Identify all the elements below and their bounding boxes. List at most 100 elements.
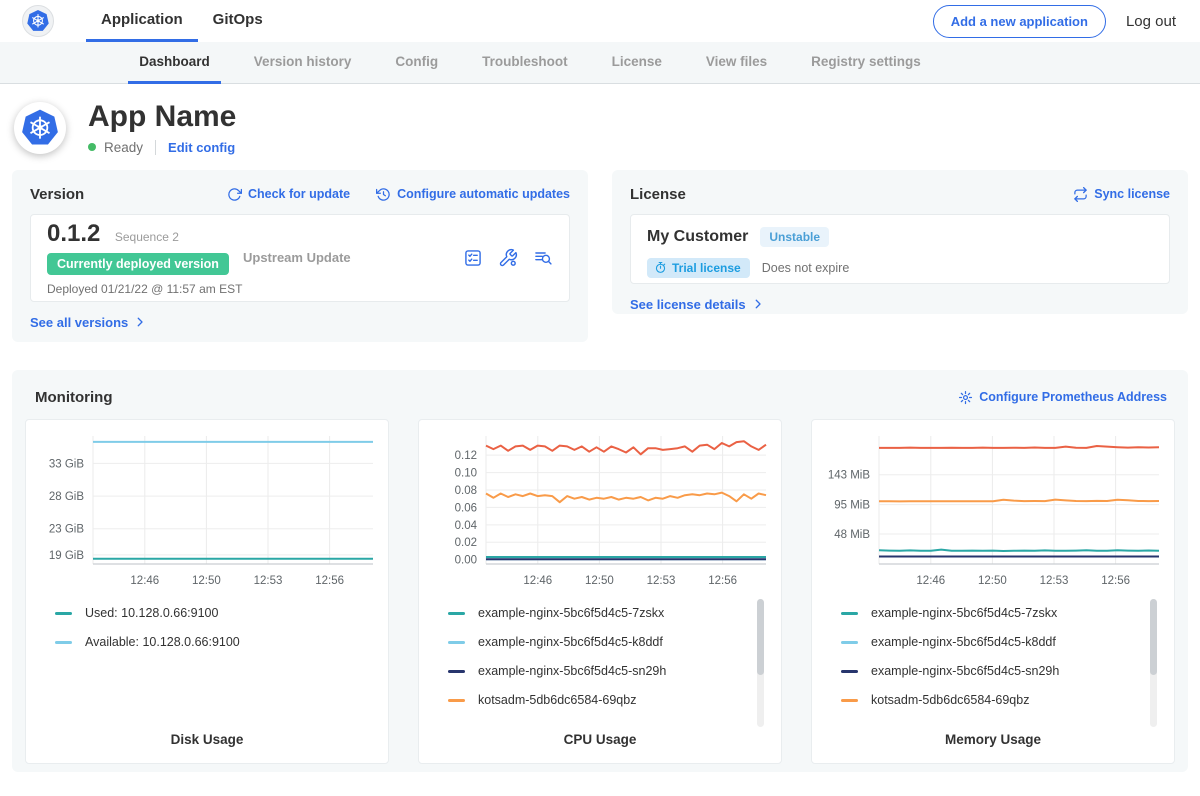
disk-usage-chart: 12:4612:5012:5312:5619 GiB23 GiB28 GiB33… <box>35 428 379 590</box>
legend-scrollbar[interactable] <box>1150 599 1157 727</box>
memory-usage-legend: example-nginx-5bc6f5d4c5-7zskx example-ng… <box>841 599 1165 732</box>
legend-item[interactable]: Used: 10.128.0.66:9100 <box>55 599 379 628</box>
license-card: License Sync license My Customer Unstabl… <box>612 170 1188 314</box>
svg-text:0.04: 0.04 <box>455 519 478 531</box>
svg-text:0.12: 0.12 <box>455 450 477 462</box>
app-icon <box>14 102 66 154</box>
top-navbar: ApplicationGitOps Add a new application … <box>0 0 1200 42</box>
app-status-row: Ready Edit config <box>88 140 236 155</box>
top-tab-application[interactable]: Application <box>86 0 198 42</box>
add-application-button[interactable]: Add a new application <box>933 5 1106 38</box>
see-all-versions-label: See all versions <box>30 315 128 330</box>
legend-scrollbar[interactable] <box>757 599 764 727</box>
legend-item[interactable]: example-nginx-5bc6f5d4c5-k8ddf <box>448 628 772 657</box>
configure-prometheus-link[interactable]: Configure Prometheus Address <box>958 390 1167 405</box>
top-tabs: ApplicationGitOps <box>86 0 278 42</box>
legend-label: example-nginx-5bc6f5d4c5-sn29h <box>478 664 666 678</box>
license-expiry: Does not expire <box>762 261 850 275</box>
legend-item[interactable]: example-nginx-5bc6f5d4c5-sn29h <box>841 657 1165 686</box>
license-card-title: License <box>630 186 686 203</box>
schedule-update-icon <box>376 187 391 202</box>
logout-link[interactable]: Log out <box>1126 13 1176 30</box>
legend-swatch <box>448 670 465 673</box>
configure-automatic-updates-label: Configure automatic updates <box>397 187 570 201</box>
version-card-title: Version <box>30 186 84 203</box>
legend-item[interactable]: example-nginx-5bc6f5d4c5-7zskx <box>841 599 1165 628</box>
cpu-usage-legend: example-nginx-5bc6f5d4c5-7zskx example-ng… <box>448 599 772 732</box>
charts-row: 12:4612:5012:5312:5619 GiB23 GiB28 GiB33… <box>25 419 1175 764</box>
current-version-panel: 0.1.2 Sequence 2 Currently deployed vers… <box>30 214 570 302</box>
chart-title: Memory Usage <box>821 732 1165 747</box>
svg-text:12:53: 12:53 <box>1040 575 1069 587</box>
kubernetes-logo[interactable] <box>22 5 54 37</box>
disk-usage-legend: Used: 10.128.0.66:9100 Available: 10.128.… <box>55 599 379 732</box>
top-right-actions: Add a new application Log out <box>933 5 1176 38</box>
version-card-head: Version Check for update Configure autom… <box>30 186 570 203</box>
disk-usage-chart-card: 12:4612:5012:5312:5619 GiB23 GiB28 GiB33… <box>25 419 389 764</box>
legend-item[interactable]: kotsadm-5db6dc6584-69qbz <box>841 686 1165 715</box>
config-values-icon[interactable] <box>498 248 518 268</box>
gear-icon <box>958 390 973 405</box>
trial-license-label: Trial license <box>672 261 741 275</box>
cpu-usage-chart: 12:4612:5012:5312:560.000.020.040.060.08… <box>428 428 772 590</box>
subnav-tab-registry-settings[interactable]: Registry settings <box>800 42 932 84</box>
legend-item[interactable]: kotsadm-5db6dc6584-69qbz <box>448 686 772 715</box>
refresh-icon <box>227 187 242 202</box>
see-all-versions-link[interactable]: See all versions <box>30 315 146 330</box>
svg-text:12:50: 12:50 <box>585 575 614 587</box>
legend-scrollbar-thumb[interactable] <box>1150 599 1157 675</box>
configure-automatic-updates-link[interactable]: Configure automatic updates <box>376 187 570 202</box>
status-text: Ready <box>104 140 143 155</box>
subnav-tab-license[interactable]: License <box>601 42 673 84</box>
legend-label: example-nginx-5bc6f5d4c5-k8ddf <box>478 635 663 649</box>
svg-text:12:56: 12:56 <box>315 575 344 587</box>
app-header-text: App Name Ready Edit config <box>88 101 236 155</box>
top-tab-gitops[interactable]: GitOps <box>198 0 278 42</box>
monitoring-section: Monitoring Configure Prometheus Address … <box>12 370 1188 772</box>
svg-text:95 MiB: 95 MiB <box>834 499 870 511</box>
chart-title: CPU Usage <box>428 732 772 747</box>
app-subnav: Dashboard Version history Config Troublesho… <box>0 42 1200 84</box>
subnav-tab-version-history[interactable]: Version history <box>243 42 363 84</box>
subnav-tab-view-files[interactable]: View files <box>695 42 778 84</box>
cpu-usage-chart-card: 12:4612:5012:5312:560.000.020.040.060.08… <box>418 419 782 764</box>
legend-item[interactable]: Available: 10.128.0.66:9100 <box>55 628 379 657</box>
see-license-details-link[interactable]: See license details <box>630 297 764 312</box>
legend-swatch <box>55 612 72 615</box>
svg-text:48 MiB: 48 MiB <box>834 529 870 541</box>
deployed-version-badge: Currently deployed version <box>47 253 229 275</box>
svg-text:12:46: 12:46 <box>130 575 159 587</box>
file-search-icon[interactable] <box>533 248 553 268</box>
legend-label: example-nginx-5bc6f5d4c5-7zskx <box>871 606 1057 620</box>
release-notes-icon[interactable] <box>463 248 483 268</box>
subnav-tab-config[interactable]: Config <box>384 42 449 84</box>
legend-item[interactable]: example-nginx-5bc6f5d4c5-k8ddf <box>841 628 1165 657</box>
subnav-tab-dashboard[interactable]: Dashboard <box>128 42 221 84</box>
svg-text:12:50: 12:50 <box>978 575 1007 587</box>
customer-name: My Customer <box>647 228 748 246</box>
svg-text:19 GiB: 19 GiB <box>49 549 84 561</box>
legend-label: Used: 10.128.0.66:9100 <box>85 606 218 620</box>
legend-swatch <box>448 641 465 644</box>
sync-license-link[interactable]: Sync license <box>1073 187 1170 202</box>
svg-text:28 GiB: 28 GiB <box>49 491 84 503</box>
chart-title: Disk Usage <box>35 732 379 747</box>
edit-config-link[interactable]: Edit config <box>168 140 235 155</box>
app-subnav-tabs: Dashboard Version history Config Troublesho… <box>117 42 942 84</box>
chevron-right-icon <box>752 298 764 310</box>
svg-text:12:46: 12:46 <box>523 575 552 587</box>
legend-label: kotsadm-5db6dc6584-69qbz <box>478 693 636 707</box>
svg-text:0.06: 0.06 <box>455 502 477 514</box>
summary-cards-row: Version Check for update Configure autom… <box>12 170 1188 342</box>
legend-swatch <box>448 699 465 702</box>
trial-license-badge: Trial license <box>647 258 750 278</box>
see-license-details-label: See license details <box>630 297 746 312</box>
subnav-tab-troubleshoot[interactable]: Troubleshoot <box>471 42 579 84</box>
page-title: App Name <box>88 101 236 133</box>
license-card-head: License Sync license <box>630 186 1170 203</box>
check-for-update-link[interactable]: Check for update <box>227 187 350 202</box>
legend-item[interactable]: example-nginx-5bc6f5d4c5-7zskx <box>448 599 772 628</box>
configure-prometheus-label: Configure Prometheus Address <box>979 390 1167 404</box>
legend-item[interactable]: example-nginx-5bc6f5d4c5-sn29h <box>448 657 772 686</box>
legend-scrollbar-thumb[interactable] <box>757 599 764 675</box>
